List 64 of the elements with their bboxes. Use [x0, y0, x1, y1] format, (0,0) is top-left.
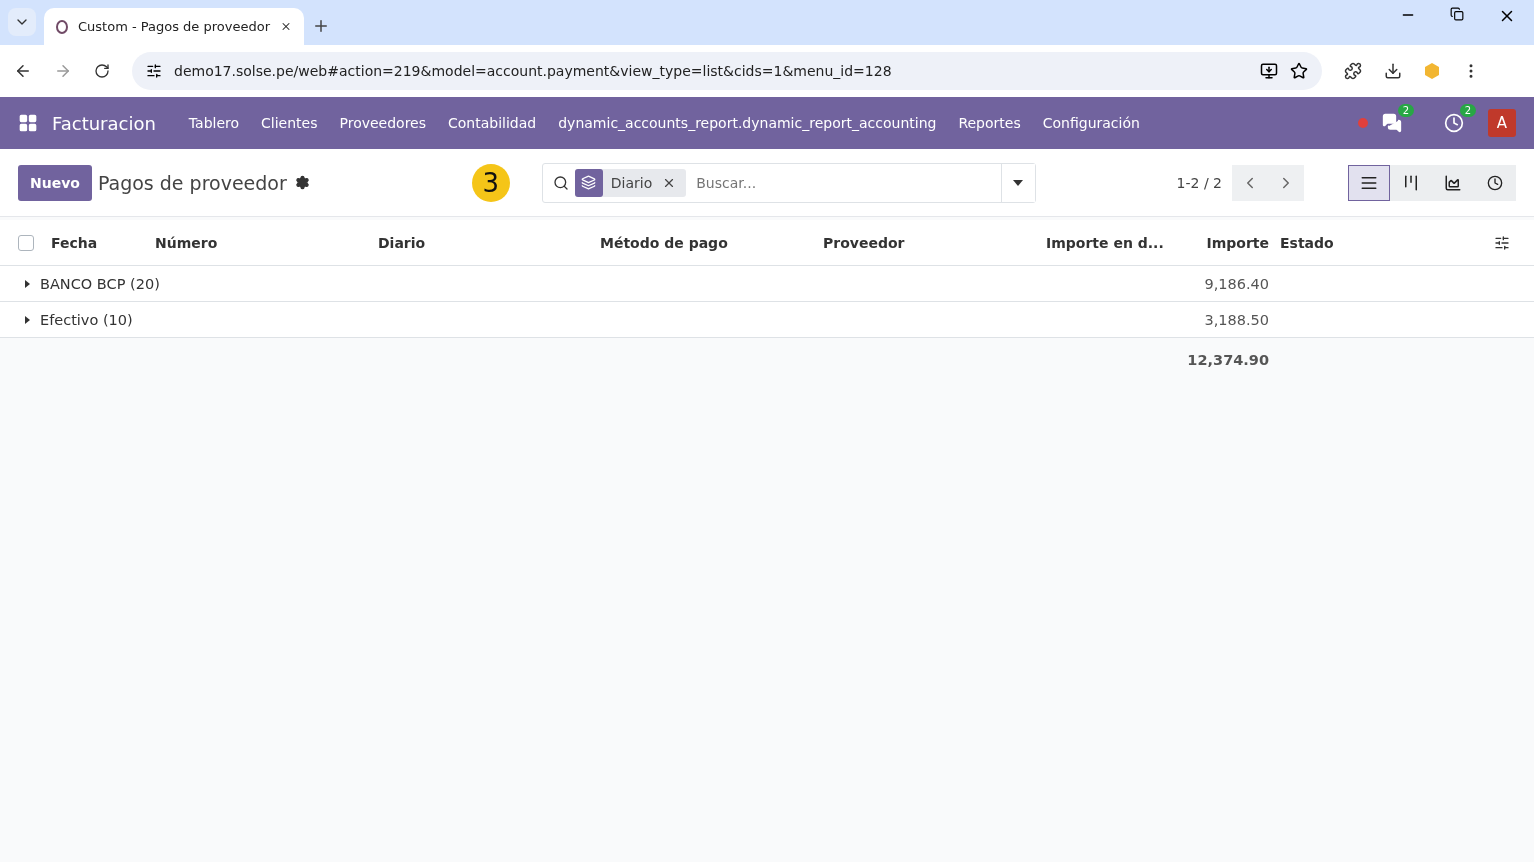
- column-header[interactable]: Método de pago: [600, 234, 823, 251]
- menu-item[interactable]: dynamic_accounts_report.dynamic_report_accounting: [547, 115, 948, 131]
- menu-item[interactable]: Clientes: [250, 115, 329, 131]
- select-all-checkbox[interactable]: [18, 234, 34, 251]
- address-bar[interactable]: demo17.solse.pe/web#action=219&model=account.payment&view_type=list&cids=1&menu_id=128: [132, 52, 1322, 90]
- count-badge: 2: [1459, 104, 1476, 117]
- reload-icon[interactable]: [94, 63, 110, 79]
- column-header[interactable]: Fecha: [51, 234, 155, 251]
- restore-icon[interactable]: [1450, 6, 1464, 21]
- column-header[interactable]: Importe: [1196, 234, 1269, 251]
- column-header[interactable]: Estado: [1280, 234, 1494, 251]
- new-button[interactable]: Nuevo: [18, 164, 92, 201]
- column-header[interactable]: Importe en d...: [1046, 234, 1196, 251]
- settings-icon[interactable]: [294, 175, 310, 190]
- browser-tab[interactable]: Custom - Pagos de proveedor: [44, 8, 304, 45]
- pager-text: 1-2 / 2: [1176, 174, 1222, 191]
- menu-item[interactable]: Reportes: [947, 115, 1032, 131]
- area-chart-icon: [1444, 173, 1462, 192]
- back-icon[interactable]: [14, 62, 32, 80]
- group-row[interactable]: BANCO BCP (20) 9,186.40: [0, 266, 1534, 302]
- count-badge: 2: [1397, 104, 1414, 117]
- app-grid-icon[interactable]: [18, 113, 38, 133]
- group-amount: 3,188.50: [1203, 311, 1269, 328]
- group-label: Efectivo (10): [40, 311, 133, 328]
- column-header[interactable]: Proveedor: [823, 234, 1046, 251]
- search-field[interactable]: Diario Buscar...: [541, 162, 1036, 203]
- caret-icon: [1013, 179, 1024, 186]
- new-tab-icon[interactable]: [312, 17, 330, 35]
- page-title: Pagos de proveedor: [97, 171, 287, 194]
- clock-icon: [1487, 174, 1503, 191]
- status-dot: [1358, 118, 1368, 128]
- view-switch-button[interactable]: [1474, 164, 1516, 201]
- site-icon: [56, 19, 68, 34]
- column-header[interactable]: Diario: [378, 234, 600, 251]
- group-row[interactable]: Efectivo (10) 3,188.50: [0, 302, 1534, 338]
- app-name[interactable]: Facturacion: [52, 112, 156, 134]
- url-text: demo17.solse.pe/web#action=219&model=account.payment&view_type=list&cids=1&menu_id=128: [174, 63, 893, 79]
- menu-item[interactable]: Configuración: [1031, 115, 1151, 131]
- clock-icon[interactable]: [1444, 113, 1464, 133]
- view-switch-button[interactable]: [1390, 164, 1432, 201]
- filter-facet[interactable]: Diario: [574, 168, 687, 197]
- tab-list-button[interactable]: [8, 8, 36, 36]
- menu-item[interactable]: Proveedores: [328, 115, 438, 131]
- forward-icon[interactable]: [54, 62, 72, 80]
- bookmark-star-icon[interactable]: [1290, 62, 1308, 80]
- user-avatar[interactable]: A: [1488, 109, 1516, 137]
- column-settings-icon[interactable]: [1494, 234, 1510, 251]
- search-icon: [552, 174, 569, 191]
- kanban-view-icon: [1402, 173, 1420, 192]
- messages-icon[interactable]: [1382, 113, 1402, 133]
- step-badge: 3: [471, 163, 510, 202]
- menu-item[interactable]: Contabilidad: [437, 115, 548, 131]
- view-switch-button[interactable]: [1348, 164, 1390, 201]
- menu-item[interactable]: Tablero: [177, 115, 251, 131]
- total-amount: 12,374.90: [1186, 352, 1269, 368]
- site-settings-icon[interactable]: [146, 63, 162, 79]
- layers-icon: [581, 175, 597, 190]
- install-icon[interactable]: [1260, 62, 1278, 80]
- group-amount: 9,186.40: [1203, 275, 1269, 292]
- search-dropdown-button[interactable]: [1000, 163, 1035, 202]
- column-header[interactable]: Número: [155, 234, 378, 251]
- extensions-icon[interactable]: [1344, 62, 1362, 80]
- group-label: BANCO BCP (20): [40, 275, 160, 292]
- download-icon[interactable]: [1384, 62, 1402, 80]
